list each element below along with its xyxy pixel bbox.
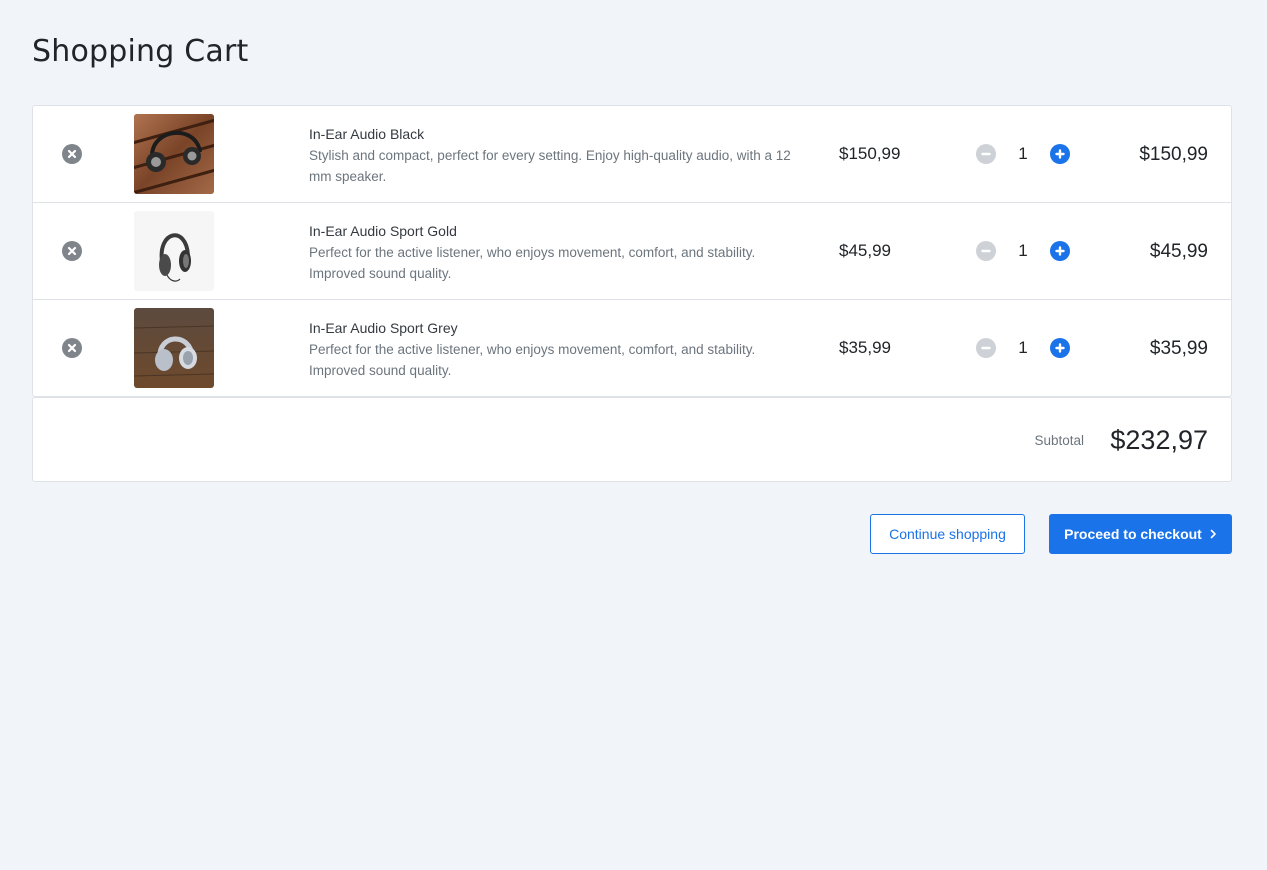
page-title: Shopping Cart [32, 34, 249, 69]
cart-item-row: In-Ear Audio Black Stylish and compact, … [33, 106, 1231, 203]
chevron-right-icon [1210, 529, 1216, 539]
line-total: $45,99 [1149, 241, 1208, 262]
unit-price: $45,99 [839, 241, 891, 260]
decrease-quantity-button[interactable] [976, 338, 996, 358]
product-name: In-Ear Audio Black [309, 126, 425, 142]
line-total: $35,99 [1149, 338, 1208, 359]
quantity-value: 1 [1018, 241, 1028, 260]
continue-shopping-button[interactable]: Continue shopping [870, 514, 1025, 554]
plus-icon [1055, 246, 1065, 256]
subtotal-label: Subtotal [1034, 433, 1084, 448]
subtotal-value: $232,97 [1110, 425, 1208, 455]
cart-item-row: In-Ear Audio Sport Gold Perfect for the … [33, 203, 1231, 300]
product-image [134, 211, 214, 291]
minus-icon [981, 152, 991, 156]
close-icon [67, 149, 77, 159]
product-name: In-Ear Audio Sport Grey [309, 320, 458, 336]
remove-item-button[interactable] [62, 338, 82, 358]
product-info: In-Ear Audio Sport Grey Perfect for the … [309, 319, 809, 381]
close-icon [67, 343, 77, 353]
product-description: Stylish and compact, perfect for every s… [309, 148, 791, 184]
proceed-to-checkout-button[interactable]: Proceed to checkout [1049, 514, 1232, 554]
minus-icon [981, 346, 991, 350]
increase-quantity-button[interactable] [1050, 144, 1070, 164]
product-info: In-Ear Audio Sport Gold Perfect for the … [309, 222, 809, 284]
cart-items-list: In-Ear Audio Black Stylish and compact, … [32, 105, 1232, 397]
product-image [134, 308, 214, 388]
plus-icon [1055, 343, 1065, 353]
proceed-to-checkout-label: Proceed to checkout [1064, 526, 1202, 542]
increase-quantity-button[interactable] [1050, 241, 1070, 261]
plus-icon [1055, 149, 1065, 159]
cart-item-row: In-Ear Audio Sport Grey Perfect for the … [33, 300, 1231, 396]
product-description: Perfect for the active listener, who enj… [309, 245, 756, 281]
product-description: Perfect for the active listener, who enj… [309, 342, 756, 378]
remove-item-button[interactable] [62, 241, 82, 261]
minus-icon [981, 249, 991, 253]
product-info: In-Ear Audio Black Stylish and compact, … [309, 125, 809, 187]
continue-shopping-label: Continue shopping [889, 526, 1006, 542]
cart-summary: Subtotal $232,97 [32, 397, 1232, 482]
quantity-value: 1 [1018, 338, 1028, 357]
unit-price: $35,99 [839, 338, 891, 357]
close-icon [67, 246, 77, 256]
unit-price: $150,99 [839, 144, 901, 163]
remove-item-button[interactable] [62, 144, 82, 164]
product-image [134, 114, 214, 194]
increase-quantity-button[interactable] [1050, 338, 1070, 358]
line-total: $150,99 [1139, 144, 1208, 165]
quantity-value: 1 [1018, 144, 1028, 163]
decrease-quantity-button[interactable] [976, 144, 996, 164]
product-name: In-Ear Audio Sport Gold [309, 223, 457, 239]
decrease-quantity-button[interactable] [976, 241, 996, 261]
